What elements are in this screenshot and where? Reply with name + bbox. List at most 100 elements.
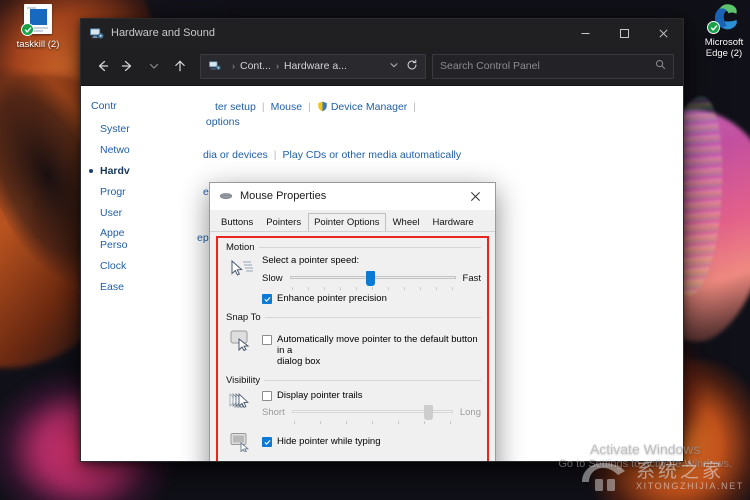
control-panel-navbar: › Cont... › Hardware a... Search Control… (81, 47, 683, 86)
tab-hardware[interactable]: Hardware (427, 213, 480, 231)
display-pointer-trails-checkbox[interactable] (262, 391, 272, 401)
visibility-group: Visibility Display pointer trails Short … (224, 375, 481, 461)
sidebar-item-programs[interactable]: Progr (91, 186, 167, 198)
forward-arrow-icon[interactable] (116, 54, 140, 78)
pointer-speed-icon (224, 255, 260, 279)
link-printer-setup[interactable]: ter setup (215, 101, 256, 113)
desktop-icon-taskkill[interactable]: taskkill (2) (4, 4, 72, 50)
address-bar[interactable]: › Cont... › Hardware a... (200, 53, 426, 79)
edge-icon-wrap (707, 2, 741, 34)
site-logo-icon (578, 460, 630, 494)
breadcrumb-item-hardware-and-sound[interactable]: Hardware a... (284, 60, 347, 72)
slider-min-label: Slow (262, 272, 283, 284)
tab-wheel[interactable]: Wheel (387, 213, 426, 231)
hardware-sound-icon (89, 27, 104, 40)
control-panel-title: Hardware and Sound (111, 27, 215, 39)
search-input[interactable]: Search Control Panel (432, 53, 674, 79)
tab-pointer-options[interactable]: Pointer Options (308, 213, 386, 231)
control-panel-titlebar[interactable]: Hardware and Sound (81, 19, 683, 47)
visibility-legend: Visibility (226, 375, 261, 386)
window-controls (566, 19, 683, 47)
search-icon[interactable] (655, 59, 666, 73)
pointer-trails-icon (224, 388, 260, 414)
link-device-options[interactable]: options (203, 116, 240, 128)
display-pointer-trails-label: Display pointer trails (277, 390, 363, 401)
hide-pointer-while-typing-label: Hide pointer while typing (277, 436, 381, 447)
search-placeholder: Search Control Panel (440, 60, 540, 72)
address-chevron-down-icon[interactable] (382, 60, 406, 73)
mouse-properties-titlebar[interactable]: Mouse Properties (210, 183, 495, 210)
mouse-properties-title: Mouse Properties (240, 190, 327, 202)
site-watermark-text: 系统之家 XITONGZHIJIA.NET (636, 460, 744, 492)
sidebar-item-ease-of-access[interactable]: Ease (91, 281, 167, 293)
control-panel-icon (208, 60, 222, 72)
desktop-icon-label-line1: Microsoft (704, 37, 744, 48)
snap-to-group: Snap To Automatically move pointer to th… (224, 312, 481, 373)
desktop: taskkill (2) Microsoft Edge (2) Hardware… (0, 0, 750, 500)
close-button[interactable] (644, 19, 683, 47)
enhance-pointer-precision-checkbox[interactable] (262, 294, 272, 304)
pointer-options-panel: Motion Select a pointer speed: Slow Fast… (216, 236, 489, 461)
maximize-button[interactable] (605, 19, 644, 47)
category-links: dia or devices | Play CDs or other media a… (203, 149, 462, 161)
link-mouse[interactable]: Mouse (271, 101, 303, 113)
site-watermark-en: XITONGZHIJIA.NET (636, 481, 744, 492)
mouse-icon (219, 191, 233, 201)
enhance-pointer-precision-row[interactable]: Enhance pointer precision (262, 293, 481, 304)
sidebar-item-clock-and-region[interactable]: Clock (91, 260, 167, 272)
minimize-button[interactable] (566, 19, 605, 47)
activate-windows-line1: Activate Windows (589, 441, 701, 457)
motion-group: Motion Select a pointer speed: Slow Fast… (224, 242, 481, 310)
shortcut-badge-icon (21, 23, 34, 36)
desktop-icon-edge[interactable]: Microsoft Edge (2) (690, 2, 750, 59)
pointer-speed-label: Select a pointer speed: (262, 255, 360, 266)
recent-locations-chevron-down-icon[interactable] (142, 54, 166, 78)
refresh-icon[interactable] (406, 59, 421, 74)
back-arrow-icon[interactable] (90, 54, 114, 78)
trails-slider-min-label: Short (262, 406, 285, 418)
hide-pointer-while-typing-row[interactable]: Hide pointer while typing (262, 436, 481, 447)
control-panel-sidebar: Contr Syster Netwo Hardv Progr User Appe… (81, 86, 167, 461)
breadcrumb-separator: › (275, 61, 279, 71)
snap-to-legend: Snap To (226, 312, 261, 323)
hide-pointer-while-typing-checkbox[interactable] (262, 437, 272, 447)
mouse-properties-tabs: Buttons Pointers Pointer Options Wheel H… (210, 210, 495, 232)
close-icon[interactable] (455, 183, 495, 210)
link-media-or-devices[interactable]: dia or devices (203, 149, 268, 161)
trails-slider-thumb[interactable] (423, 405, 433, 420)
sidebar-header: Contr (91, 100, 117, 112)
snap-to-label-line2: dialog box (277, 356, 321, 367)
category-links: ter setup | Mouse | Device Manager | options (203, 101, 417, 128)
up-arrow-icon[interactable] (168, 54, 192, 78)
site-watermark-cn: 系统之家 (636, 460, 725, 483)
trails-slider-max-label: Long (459, 406, 481, 418)
desktop-icon-label-line2: Edge (2) (705, 48, 743, 59)
hide-pointer-icon (224, 428, 260, 452)
sidebar-item-hardware-and-sound[interactable]: Hardv (89, 165, 167, 177)
breadcrumb-item-control-panel[interactable]: Cont... (240, 60, 271, 72)
control-panel-window: Hardware and Sound › Cont... › Hardware … (80, 18, 684, 462)
display-pointer-trails-row[interactable]: Display pointer trails (262, 390, 481, 401)
pointer-trails-slider[interactable]: Short Long (262, 405, 481, 424)
link-play-cds-automatically[interactable]: Play CDs or other media automatically (283, 149, 462, 161)
snap-to-checkbox[interactable] (262, 335, 272, 345)
sidebar-item-system[interactable]: Syster (91, 123, 167, 135)
desktop-icon-label: taskkill (2) (16, 39, 60, 50)
trails-slider-ticks (292, 421, 453, 425)
pointer-speed-slider[interactable]: Slow Fast (262, 271, 481, 290)
sidebar-item-appearance-line2: Perso (100, 238, 128, 251)
sidebar-item-appearance-line1: Appe (100, 227, 125, 239)
show-location-icon (224, 459, 260, 461)
slider-max-label: Fast (462, 272, 481, 284)
sidebar-item-appearance[interactable]: Appe Perso (91, 227, 167, 251)
link-device-manager[interactable]: Device Manager (331, 101, 407, 113)
tab-pointers[interactable]: Pointers (260, 213, 307, 231)
control-panel-body: Contr Syster Netwo Hardv Progr User Appe… (81, 86, 683, 461)
tab-buttons[interactable]: Buttons (215, 213, 259, 231)
snap-to-row[interactable]: Automatically move pointer to the defaul… (262, 334, 481, 367)
slider-thumb[interactable] (365, 271, 375, 286)
taskkill-icon-wrap (21, 4, 55, 36)
sidebar-item-network[interactable]: Netwo (91, 144, 167, 156)
category-devices-and-printers: ter setup | Mouse | Device Manager | options (175, 100, 671, 130)
sidebar-item-user-accounts[interactable]: User (91, 207, 167, 219)
